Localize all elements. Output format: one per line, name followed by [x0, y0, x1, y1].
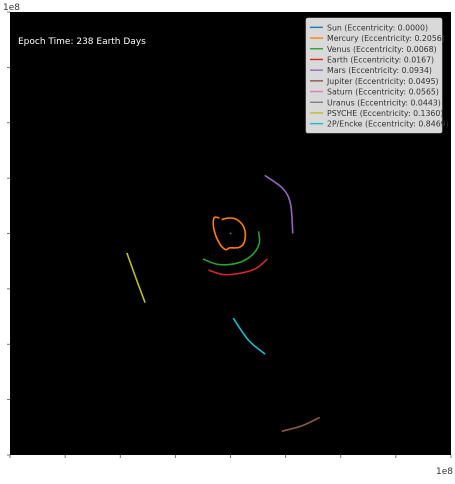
figure: Epoch Time: 238 Earth Days Sun (Eccentri… [0, 0, 455, 480]
legend-label: PSYCHE (Eccentricity: 0.1360) [327, 109, 443, 118]
y-axis-multiplier: 1e8 [3, 3, 20, 13]
legend-label: Saturn (Eccentricity: 0.0565) [327, 88, 439, 97]
epoch-time-label: Epoch Time: 238 Earth Days [18, 37, 146, 47]
legend-label: Sun (Eccentricity: 0.0000) [327, 23, 428, 32]
legend-label: 2P/Encke (Eccentricity: 0.8469) [327, 120, 449, 129]
legend-label: Uranus (Eccentricity: 0.0443) [327, 98, 441, 107]
legend-label: Mercury (Eccentricity: 0.2056) [327, 34, 445, 43]
legend-label: Venus (Eccentricity: 0.0068) [327, 45, 437, 54]
x-axis-multiplier: 1e8 [436, 467, 453, 477]
legend: Sun (Eccentricity: 0.0000) Mercury (Eccen… [305, 17, 449, 134]
legend-label: Jupiter (Eccentricity: 0.0495) [326, 77, 439, 86]
orbit-point-sun [229, 232, 232, 235]
legend-label: Mars (Eccentricity: 0.0934) [327, 66, 432, 75]
legend-label: Earth (Eccentricity: 0.0167) [327, 55, 434, 64]
orbit-chart: Epoch Time: 238 Earth Days Sun (Eccentri… [7, 11, 452, 458]
